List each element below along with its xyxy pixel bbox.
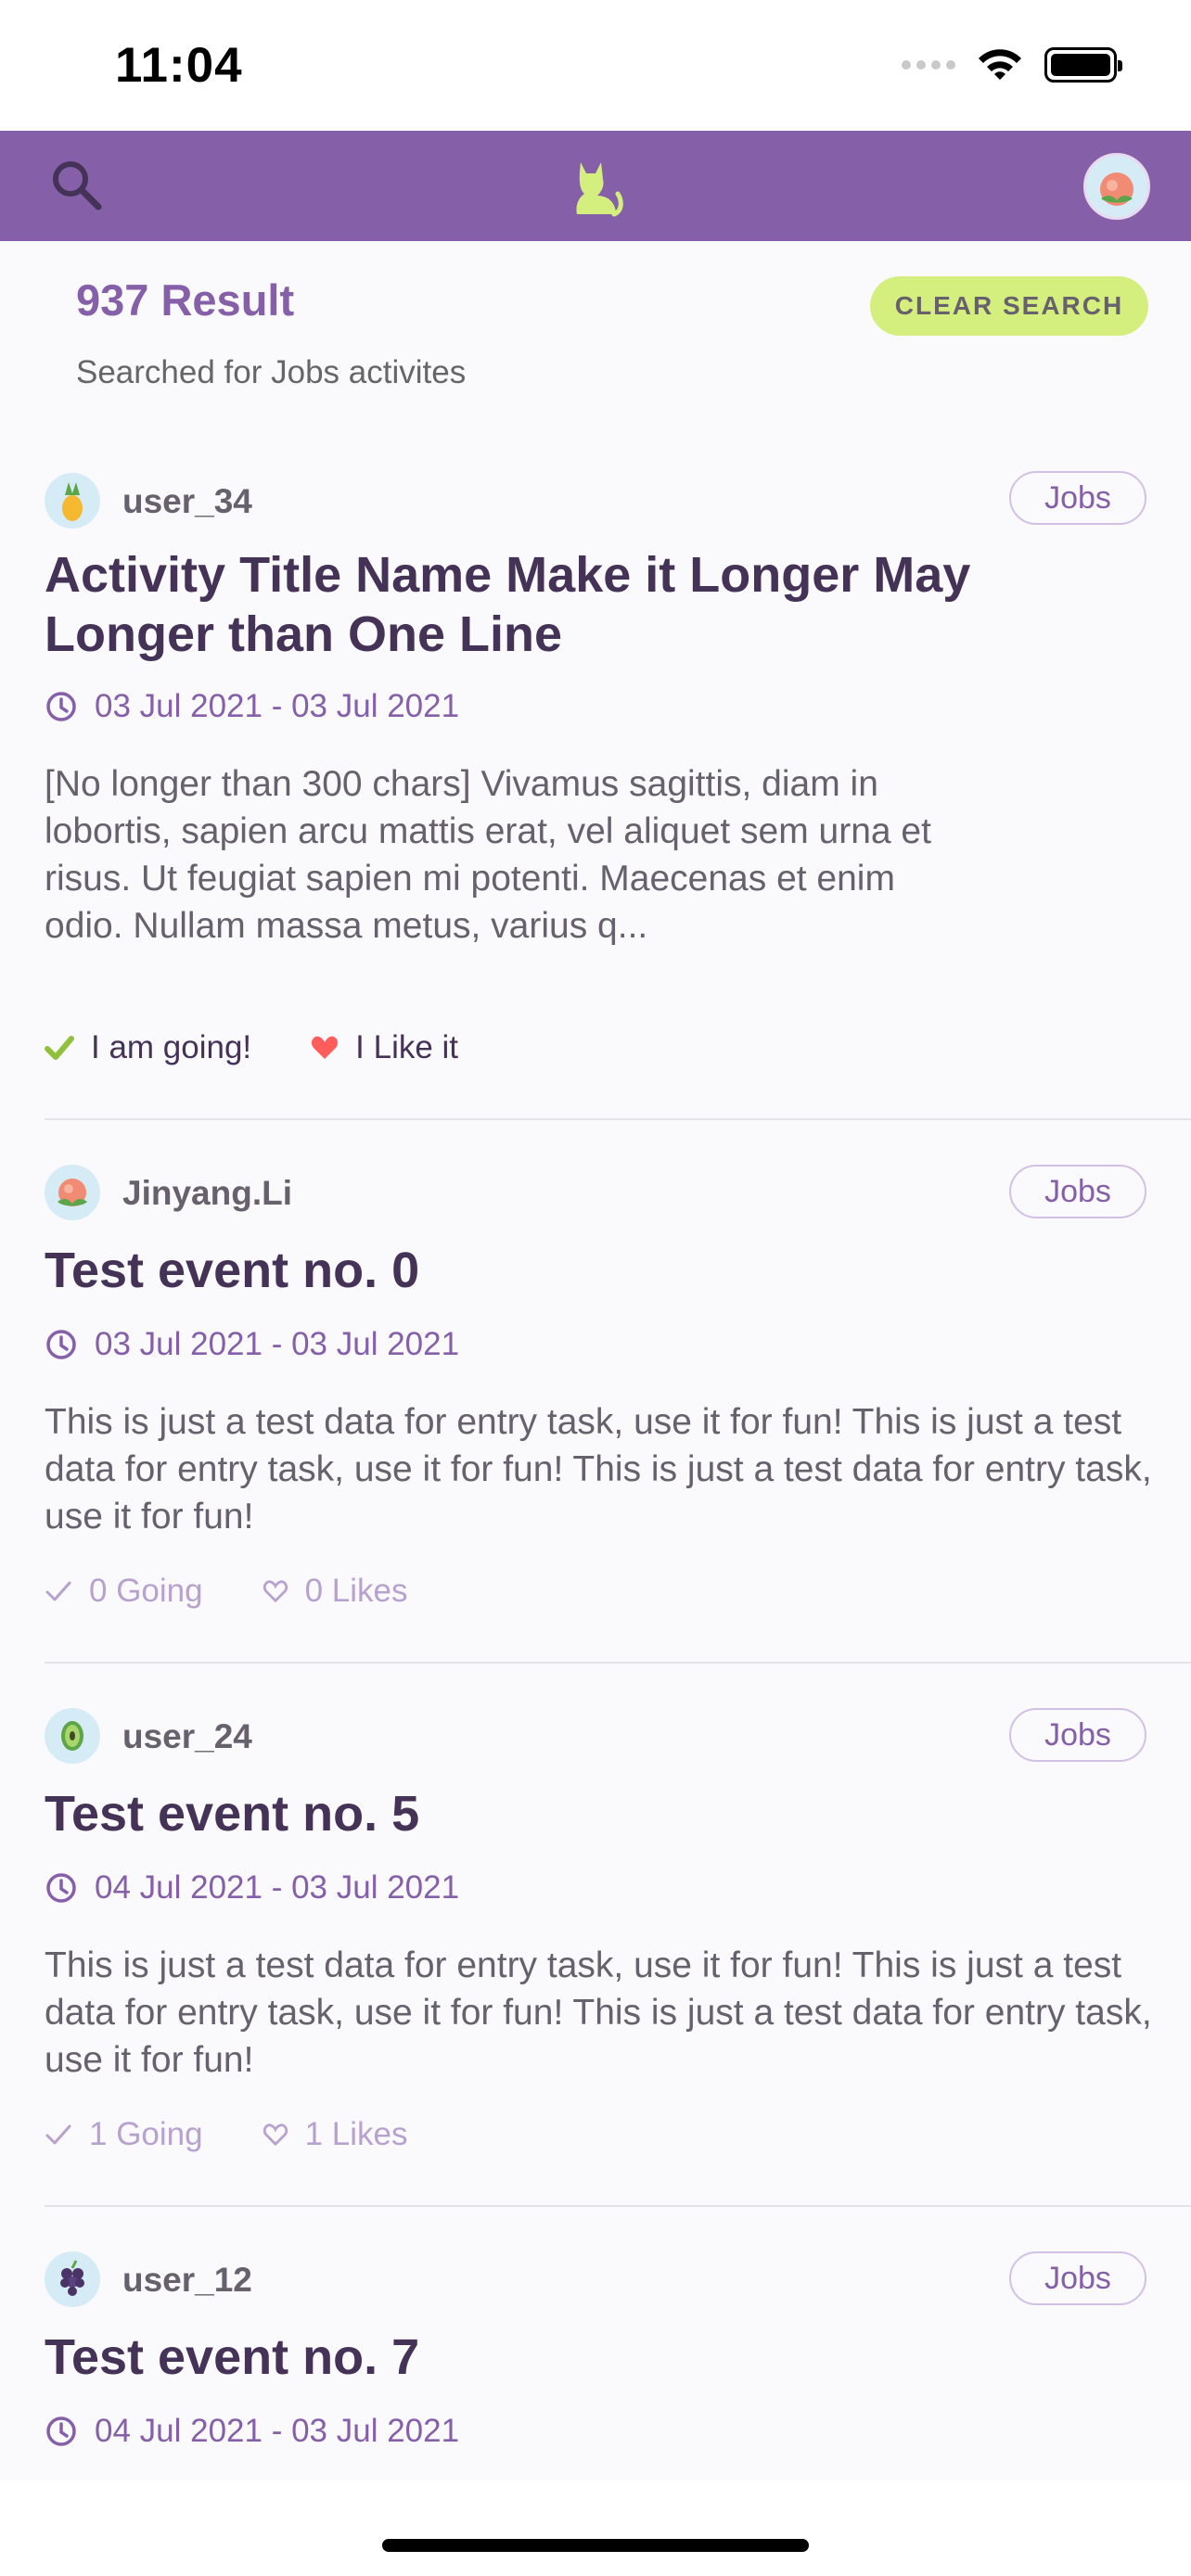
channel-tag[interactable]: Jobs — [1009, 471, 1146, 525]
card-description: This is just a test data for entry task,… — [45, 1945, 1152, 2080]
signal-icon — [902, 60, 955, 70]
pineapple-avatar — [45, 473, 100, 529]
going-label: I am going! — [91, 1029, 252, 1065]
date-range: 03 Jul 2021 - 03 Jul 2021 — [95, 1326, 460, 1362]
status-icons — [902, 46, 1122, 83]
clock-icon — [46, 1330, 76, 1359]
home-indicator[interactable] — [382, 2539, 809, 2552]
like-toggle[interactable]: I Like it — [311, 1029, 458, 1066]
date-range: 04 Jul 2021 - 03 Jul 2021 — [95, 1869, 460, 1906]
card-date: 03 Jul 2021 - 03 Jul 2021 — [45, 1326, 459, 1363]
result-count: 937 Result — [76, 275, 295, 325]
search-icon[interactable] — [48, 157, 106, 214]
going-count: 0 Going — [89, 1573, 203, 1609]
cat-logo-icon[interactable] — [568, 155, 623, 220]
like-label: I Like it — [355, 1029, 459, 1065]
card-date: 03 Jul 2021 - 03 Jul 2021 — [45, 688, 459, 725]
clock-icon — [46, 2417, 76, 2446]
card-title[interactable]: Test event no. 0 — [45, 1241, 972, 1300]
channel-tag[interactable]: Jobs — [1009, 1165, 1146, 1218]
card-description: This is just a test data for entry task,… — [45, 1402, 1152, 1537]
wifi-icon — [979, 49, 1021, 80]
activity-card[interactable]: user_34 Jobs Activity Title Name Make it… — [0, 445, 1191, 1120]
check-outline-icon — [45, 1581, 71, 1601]
status-bar: 11:04 — [0, 0, 1191, 131]
going-toggle[interactable]: 0 Going — [45, 1573, 203, 1610]
clear-search-button[interactable]: CLEAR SEARCH — [870, 276, 1148, 336]
card-username[interactable]: Jinyang.Li — [122, 1174, 292, 1213]
app-bar — [0, 131, 1191, 241]
card-username[interactable]: user_12 — [122, 2261, 252, 2300]
heart-outline-icon — [263, 2123, 288, 2147]
battery-icon — [1044, 47, 1122, 83]
card-title[interactable]: Activity Title Name Make it Longer May L… — [45, 545, 972, 664]
card-title[interactable]: Test event no. 5 — [45, 1784, 972, 1843]
check-icon — [45, 1036, 74, 1060]
card-username[interactable]: user_34 — [122, 482, 252, 521]
card-date: 04 Jul 2021 - 03 Jul 2021 — [45, 2413, 459, 2450]
status-time: 11:04 — [115, 38, 243, 93]
clock-icon — [46, 692, 76, 721]
heart-icon — [312, 1036, 339, 1059]
going-toggle[interactable]: I am going! — [45, 1029, 251, 1066]
channel-tag[interactable]: Jobs — [1009, 1708, 1146, 1762]
like-toggle[interactable]: 0 Likes — [263, 1573, 408, 1610]
going-toggle[interactable]: 1 Going — [45, 2116, 203, 2153]
search-summary: Searched for Jobs activites — [76, 354, 467, 390]
user-avatar[interactable] — [1083, 153, 1150, 220]
card-stats: I am going! I Like it — [45, 1029, 458, 1066]
bottom-safe-area — [0, 2480, 1191, 2576]
kiwi-avatar — [45, 1708, 100, 1764]
card-date: 04 Jul 2021 - 03 Jul 2021 — [45, 1869, 459, 1906]
channel-tag[interactable]: Jobs — [1009, 2251, 1146, 2305]
peach-avatar — [45, 1165, 100, 1220]
card-stats: 1 Going 1 Likes — [45, 2116, 408, 2153]
like-toggle[interactable]: 1 Likes — [263, 2116, 408, 2153]
date-range: 04 Jul 2021 - 03 Jul 2021 — [95, 2413, 460, 2449]
heart-outline-icon — [263, 1580, 288, 1603]
check-outline-icon — [45, 2124, 71, 2145]
going-count: 1 Going — [89, 2116, 203, 2152]
peach-avatar — [1100, 172, 1133, 206]
results-header: 937 Result Searched for Jobs activites C… — [0, 241, 1191, 403]
activity-card[interactable]: Jinyang.Li Jobs Test event no. 0 03 Jul … — [0, 1120, 1191, 1664]
clock-icon — [46, 1873, 76, 1903]
card-description: [No longer than 300 chars] Vivamus sagit… — [45, 764, 931, 946]
likes-count: 0 Likes — [304, 1573, 408, 1609]
card-username[interactable]: user_24 — [122, 1717, 252, 1756]
card-title[interactable]: Test event no. 7 — [45, 2327, 972, 2387]
likes-count: 1 Likes — [304, 2116, 408, 2152]
activity-card[interactable]: user_12 Jobs Test event no. 7 04 Jul 202… — [0, 2207, 1191, 2480]
grapes-avatar — [45, 2251, 100, 2307]
card-stats: 0 Going 0 Likes — [45, 1573, 408, 1610]
activity-card[interactable]: user_24 Jobs Test event no. 5 04 Jul 202… — [0, 1664, 1191, 2207]
date-range: 03 Jul 2021 - 03 Jul 2021 — [95, 688, 460, 724]
